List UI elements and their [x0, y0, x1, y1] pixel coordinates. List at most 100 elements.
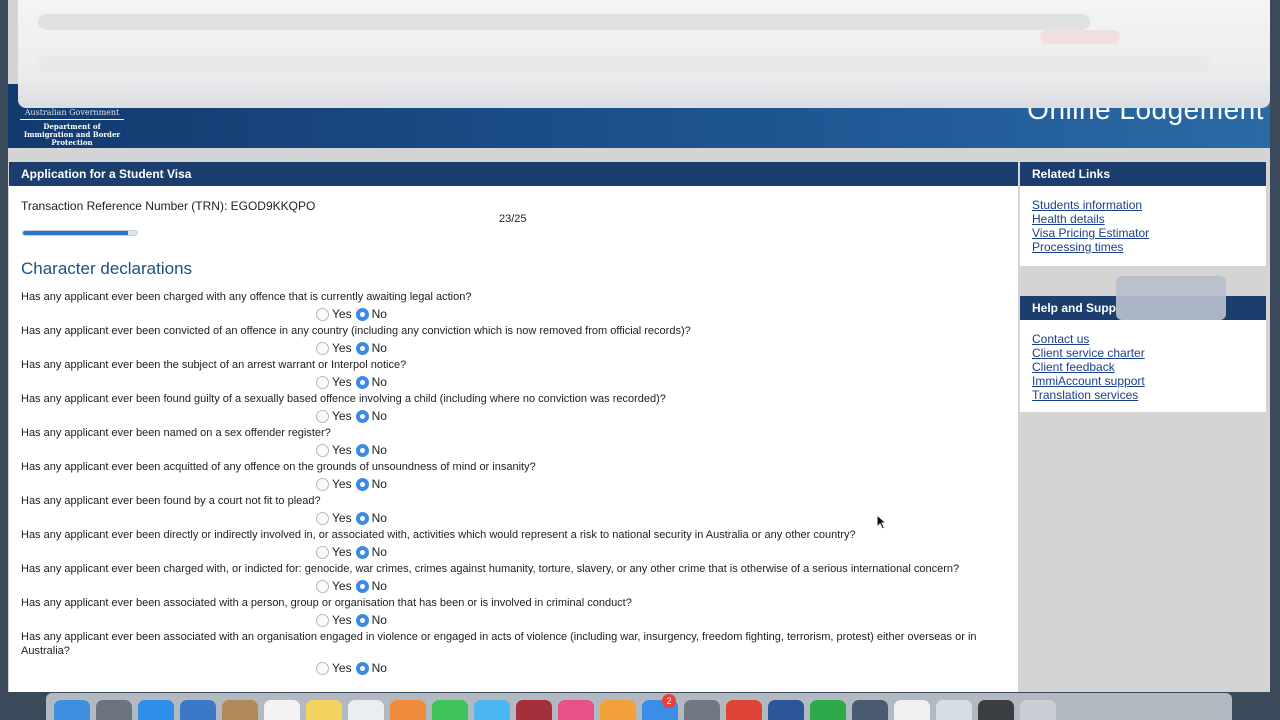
- radio-yes[interactable]: [316, 341, 329, 355]
- finder-icon[interactable]: [54, 700, 90, 720]
- question-item: Has any applicant ever been associated w…: [21, 596, 1001, 630]
- radio-label-no[interactable]: No: [372, 511, 387, 525]
- help-link[interactable]: ImmiAccount support: [1032, 374, 1254, 388]
- radio-label-yes[interactable]: Yes: [332, 443, 352, 457]
- evernote-icon[interactable]: [810, 700, 846, 720]
- radio-label-yes[interactable]: Yes: [332, 477, 352, 491]
- facetime-icon[interactable]: [432, 700, 468, 720]
- notes-icon[interactable]: [306, 700, 342, 720]
- radio-label-yes[interactable]: Yes: [332, 341, 352, 355]
- radio-no[interactable]: [355, 661, 369, 675]
- related-link[interactable]: Students information: [1032, 198, 1254, 212]
- related-link[interactable]: Health details: [1032, 212, 1254, 226]
- government-logo[interactable]: Australian Government Department of Immi…: [20, 108, 124, 147]
- chrome-icon[interactable]: [726, 700, 762, 720]
- radio-label-no[interactable]: No: [372, 341, 387, 355]
- question-text: Has any applicant ever been associated w…: [21, 631, 977, 657]
- related-links-title: Related Links: [1020, 162, 1266, 186]
- help-link[interactable]: Client service charter: [1032, 346, 1254, 360]
- radio-yes[interactable]: [316, 613, 329, 627]
- application-panel-title: Application for a Student Visa: [9, 162, 1018, 186]
- radio-yes[interactable]: [316, 375, 329, 389]
- contacts-icon[interactable]: [222, 700, 258, 720]
- radio-label-yes[interactable]: Yes: [332, 545, 352, 559]
- mail-icon[interactable]: [180, 700, 216, 720]
- related-links-panel: Related Links Students information Health…: [1020, 162, 1266, 266]
- safari-icon[interactable]: [138, 700, 174, 720]
- itunes-icon[interactable]: [558, 700, 594, 720]
- radio-yes[interactable]: [316, 409, 329, 423]
- messages-icon[interactable]: [474, 700, 510, 720]
- reminders-icon[interactable]: [348, 700, 384, 720]
- related-link[interactable]: Visa Pricing Estimator: [1032, 226, 1254, 240]
- radio-yes[interactable]: [316, 477, 329, 491]
- radio-label-no[interactable]: No: [372, 409, 387, 423]
- radio-no[interactable]: [355, 341, 369, 355]
- ibooks-icon[interactable]: [600, 700, 636, 720]
- question-item: Has any applicant ever been directly or …: [21, 528, 1001, 562]
- photobooth-icon[interactable]: [516, 700, 552, 720]
- question-item: Has any applicant ever been the subject …: [21, 358, 1001, 392]
- question-item: Has any applicant ever been found guilty…: [21, 392, 1001, 426]
- answer-group: Yes No: [316, 658, 1001, 678]
- question-text: Has any applicant ever been the subject …: [21, 359, 407, 371]
- blurred-region: [1116, 276, 1226, 320]
- radio-yes[interactable]: [316, 579, 329, 593]
- radio-label-yes[interactable]: Yes: [332, 613, 352, 627]
- radio-label-yes[interactable]: Yes: [332, 661, 352, 675]
- appstore-icon[interactable]: 2: [642, 694, 678, 720]
- government-name: Australian Government: [24, 108, 120, 117]
- radio-label-no[interactable]: No: [372, 661, 387, 675]
- radio-no[interactable]: [355, 443, 369, 457]
- help-link[interactable]: Contact us: [1032, 332, 1254, 346]
- radio-label-no[interactable]: No: [372, 307, 387, 321]
- document-icon[interactable]: [894, 700, 930, 720]
- radio-no[interactable]: [355, 613, 369, 627]
- trash-icon[interactable]: [1020, 700, 1056, 720]
- radio-label-no[interactable]: No: [372, 579, 387, 593]
- radio-no[interactable]: [355, 511, 369, 525]
- question-text: Has any applicant ever been charged with…: [21, 563, 960, 575]
- radio-no[interactable]: [355, 477, 369, 491]
- question-item: Has any applicant ever been found by a c…: [21, 494, 1001, 528]
- answer-group: Yes No: [316, 372, 1001, 392]
- question-text: Has any applicant ever been found guilty…: [21, 393, 666, 405]
- quicktime-icon[interactable]: [852, 700, 888, 720]
- photos-icon[interactable]: [390, 700, 426, 720]
- word-icon[interactable]: [768, 700, 804, 720]
- answer-group: Yes No: [316, 304, 1001, 324]
- system-preferences-icon[interactable]: [684, 700, 720, 720]
- question-item: Has any applicant ever been acquitted of…: [21, 460, 1001, 494]
- answer-group: Yes No: [316, 542, 1001, 562]
- radio-label-no[interactable]: No: [372, 375, 387, 389]
- radio-label-yes[interactable]: Yes: [332, 409, 352, 423]
- help-link[interactable]: Client feedback: [1032, 360, 1254, 374]
- radio-no[interactable]: [355, 375, 369, 389]
- radio-label-no[interactable]: No: [372, 443, 387, 457]
- radio-label-yes[interactable]: Yes: [332, 579, 352, 593]
- radio-yes[interactable]: [316, 443, 329, 457]
- radio-no[interactable]: [355, 579, 369, 593]
- radio-label-yes[interactable]: Yes: [332, 375, 352, 389]
- downloads-icon[interactable]: [936, 700, 972, 720]
- radio-label-no[interactable]: No: [372, 545, 387, 559]
- radio-yes[interactable]: [316, 661, 329, 675]
- help-link[interactable]: Translation services: [1032, 388, 1254, 402]
- terminal-icon[interactable]: [978, 700, 1014, 720]
- launchpad-icon[interactable]: [96, 700, 132, 720]
- radio-yes[interactable]: [316, 511, 329, 525]
- question-item: Has any applicant ever been charged with…: [21, 562, 1001, 596]
- calendar-icon[interactable]: [264, 700, 300, 720]
- radio-label-yes[interactable]: Yes: [332, 511, 352, 525]
- question-text: Has any applicant ever been directly or …: [21, 529, 856, 541]
- radio-label-no[interactable]: No: [372, 477, 387, 491]
- related-link[interactable]: Processing times: [1032, 240, 1254, 254]
- radio-no[interactable]: [355, 307, 369, 321]
- radio-yes[interactable]: [316, 307, 329, 321]
- radio-no[interactable]: [355, 545, 369, 559]
- radio-yes[interactable]: [316, 545, 329, 559]
- answer-group: Yes No: [316, 440, 1001, 460]
- radio-label-yes[interactable]: Yes: [332, 307, 352, 321]
- radio-label-no[interactable]: No: [372, 613, 387, 627]
- radio-no[interactable]: [355, 409, 369, 423]
